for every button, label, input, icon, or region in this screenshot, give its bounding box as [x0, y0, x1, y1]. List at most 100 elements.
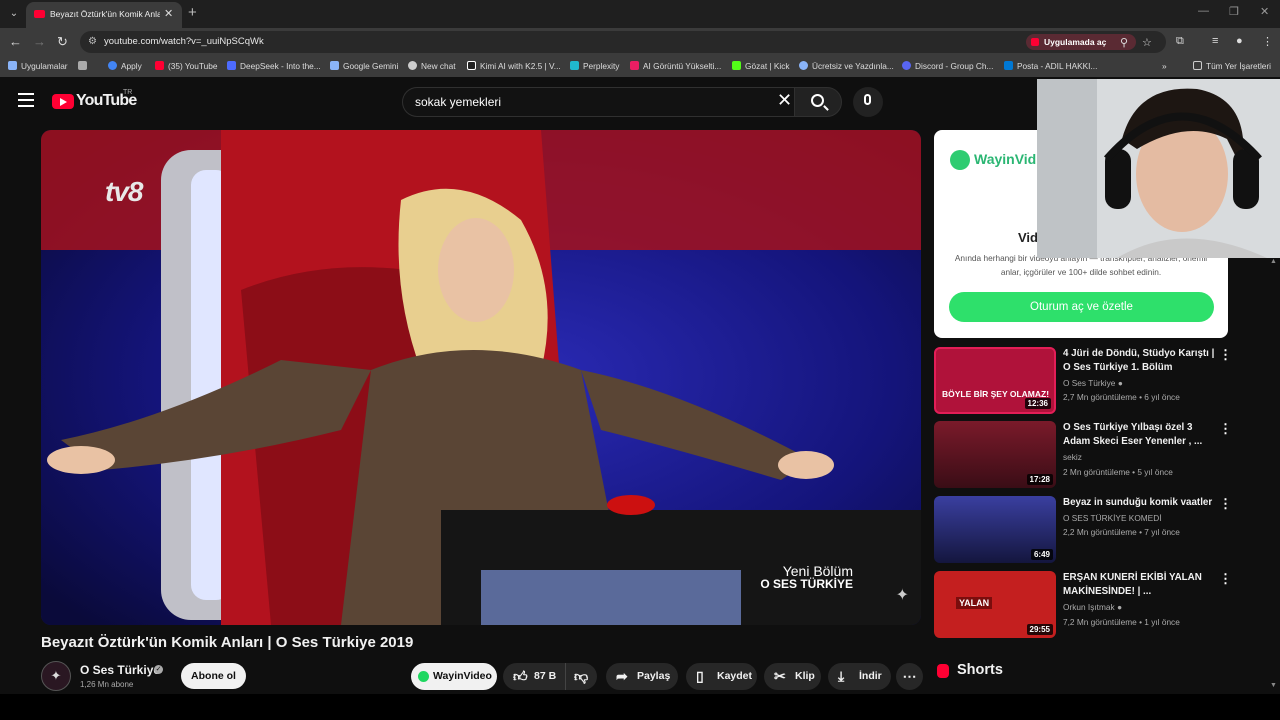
shorts-icon [937, 664, 949, 678]
search-button[interactable] [794, 87, 842, 117]
back-icon[interactable]: ← [9, 34, 22, 49]
scroll-down-icon[interactable]: ▼ [1270, 682, 1277, 689]
bookmark-free[interactable]: Ücretsiz ve Yazdınla... [799, 61, 894, 71]
verified-badge-icon: ● [1116, 602, 1122, 612]
bookmarks-overflow-icon[interactable]: » [1162, 61, 1167, 71]
rec-title[interactable]: Beyaz in sunduğu komik vaatler [1063, 496, 1215, 510]
chatgpt-icon [408, 61, 417, 70]
rec-video-item[interactable]: 17:28 O Ses Türkiye Yılbaşı özel 3 Adam … [934, 421, 1264, 489]
like-button[interactable]: 👍︎ 87 B [503, 663, 565, 690]
rec-video-item[interactable]: BÖYLE BİR ŞEY OLAMAZ! 12:36 4 Jüri de Dö… [934, 347, 1264, 415]
tab-search-icon[interactable]: ⌄ [4, 5, 24, 23]
bookmark-grid[interactable] [78, 61, 91, 71]
share-button[interactable]: ➦ Paylaş [606, 663, 678, 690]
youtube-favicon-icon [34, 10, 45, 18]
search-input[interactable]: sokak yemekleri ✕ [402, 87, 794, 117]
microphone-icon [864, 94, 871, 105]
wayinvideo-label: WayinVideo [433, 670, 492, 682]
bookmark-new-chat[interactable]: New chat [408, 61, 456, 71]
zoom-icon[interactable]: ⚲ [1120, 36, 1128, 49]
bookmark-kimi[interactable]: Kimi AI with K2.5 | V... [467, 61, 561, 71]
tv8-channel-logo: tv8 [105, 176, 143, 207]
channel-watermark-icon[interactable]: ✦ [896, 585, 909, 605]
rec-channel[interactable]: sekiz [1063, 452, 1082, 462]
rec-thumbnail[interactable]: 6:49 [934, 496, 1056, 563]
bookmark-star-icon[interactable]: ☆ [1142, 36, 1152, 49]
reload-icon[interactable]: ↻ [57, 34, 68, 50]
share-label: Paylaş [637, 670, 671, 682]
rec-thumb-text: YALAN [956, 597, 993, 609]
scroll-up-icon[interactable]: ▲ [1270, 258, 1277, 265]
save-label: Kaydet [717, 670, 753, 682]
free-icon [799, 61, 808, 70]
bookmark-youtube[interactable]: (35) YouTube [155, 61, 218, 71]
region-code: TR [123, 89, 133, 96]
rec-title[interactable]: 4 Jüri de Döndü, Stüdyo Karıştı | O Ses … [1063, 347, 1215, 375]
bookmark-mail[interactable]: Posta - ADIL HAKKI... [1004, 61, 1097, 71]
subscribe-button[interactable]: Abone ol [181, 663, 246, 689]
rec-thumbnail[interactable]: BÖYLE BİR ŞEY OLAMAZ! 12:36 [934, 347, 1056, 414]
bookmark-kick[interactable]: Gözat | Kick [732, 61, 790, 71]
bookmark-perplexity[interactable]: Perplexity [570, 61, 619, 71]
channel-name[interactable]: O Ses Türkiye [80, 663, 160, 677]
rec-channel[interactable]: O SES TÜRKİYE KOMEDİ [1063, 513, 1162, 523]
wayinvideo-logo-icon [950, 150, 970, 170]
window-close-icon[interactable]: ✕ [1260, 5, 1269, 18]
new-tab-icon[interactable]: + [188, 4, 197, 21]
rec-more-icon[interactable]: ⋮ [1219, 347, 1232, 363]
download-button[interactable]: ⤓ İndir [828, 663, 891, 690]
rec-video-item[interactable]: YALAN 29:55 ERŞAN KUNERİ EKİBİ YALAN MAK… [934, 571, 1264, 639]
rec-thumbnail[interactable]: 17:28 [934, 421, 1056, 488]
browser-menu-icon[interactable]: ⋮ [1262, 35, 1273, 48]
rec-more-icon[interactable]: ⋮ [1219, 496, 1232, 512]
rec-more-icon[interactable]: ⋮ [1219, 571, 1232, 587]
maximize-icon[interactable]: ❐ [1229, 5, 1239, 18]
bookmark-ai-upscale[interactable]: AI Görüntü Yükselti... [630, 61, 721, 71]
search-query[interactable]: sokak yemekleri [415, 95, 501, 109]
save-button[interactable]: ▯ Kaydet [686, 663, 757, 690]
site-info-icon[interactable]: ⚙ [88, 36, 97, 47]
youtube-app-icon [1031, 38, 1039, 46]
url-text[interactable]: youtube.com/watch?v=_uuiNpSCqWk [104, 36, 264, 47]
download-label: İndir [859, 670, 882, 682]
extensions-icon[interactable]: ⧉ [1176, 35, 1184, 48]
youtube-icon [155, 61, 164, 70]
rec-title[interactable]: O Ses Türkiye Yılbaşı özel 3 Adam Skeci … [1063, 421, 1215, 449]
forward-icon[interactable]: → [33, 34, 46, 49]
voice-search-button[interactable] [853, 87, 883, 117]
rec-stats: 2,2 Mn görüntüleme • 7 yıl önce [1063, 527, 1180, 537]
minimize-icon[interactable]: — [1198, 5, 1209, 17]
grid-icon [78, 61, 87, 70]
reading-list-icon[interactable]: ≡ [1212, 35, 1218, 47]
clip-button[interactable]: ✂ Klip [764, 663, 821, 690]
rec-thumbnail[interactable]: YALAN 29:55 [934, 571, 1056, 638]
channel-avatar[interactable]: ✦ [41, 661, 71, 691]
apply-icon [108, 61, 117, 70]
clear-search-icon[interactable]: ✕ [777, 90, 792, 111]
rec-video-item[interactable]: 6:49 Beyaz in sunduğu komik vaatler O SE… [934, 496, 1264, 564]
address-bar[interactable]: ⚙ youtube.com/watch?v=_uuiNpSCqWk Uygula… [80, 31, 1166, 53]
rec-more-icon[interactable]: ⋮ [1219, 421, 1232, 437]
hamburger-menu-icon[interactable] [18, 93, 34, 107]
shorts-heading[interactable]: Shorts [957, 662, 1003, 678]
rec-stats: 2,7 Mn görüntüleme • 6 yıl önce [1063, 392, 1180, 402]
rec-title[interactable]: ERŞAN KUNERİ EKİBİ YALAN MAKİNESİNDE! | … [1063, 571, 1215, 599]
bookmark-deepseek[interactable]: DeepSeek - Into the... [227, 61, 321, 71]
more-actions-icon[interactable]: ⋯ [896, 663, 923, 690]
bookmark-discord[interactable]: Discord - Group Ch... [902, 61, 993, 71]
tab-close-icon[interactable]: ✕ [164, 7, 173, 20]
all-bookmarks[interactable]: Tüm Yer İşaretleri [1193, 61, 1271, 71]
youtube-logo-icon[interactable] [52, 94, 74, 109]
rec-channel[interactable]: O Ses Türkiye ● [1063, 378, 1123, 388]
rec-channel[interactable]: Orkun Işıtmak ● [1063, 602, 1122, 612]
bookmark-gemini[interactable]: Google Gemini [330, 61, 398, 71]
bookmark-apply[interactable]: Apply [108, 61, 142, 71]
verified-badge-icon: ✓ [154, 665, 163, 674]
dislike-button[interactable]: 👎︎ [565, 663, 597, 690]
video-player[interactable]: tv8 Yeni Bölüm O SES TÜRKİYE ✦ [41, 130, 921, 625]
ad-cta-button[interactable]: Oturum aç ve özetle [949, 292, 1214, 322]
bookmark-apps[interactable]: Uygulamalar [8, 61, 68, 71]
browser-tab-active[interactable]: Beyazıt Öztürk'ün Komik Anları ✕ [26, 2, 182, 28]
profile-avatar-icon[interactable]: ● [1236, 35, 1243, 47]
wayinvideo-button[interactable]: WayinVideo [411, 663, 497, 690]
